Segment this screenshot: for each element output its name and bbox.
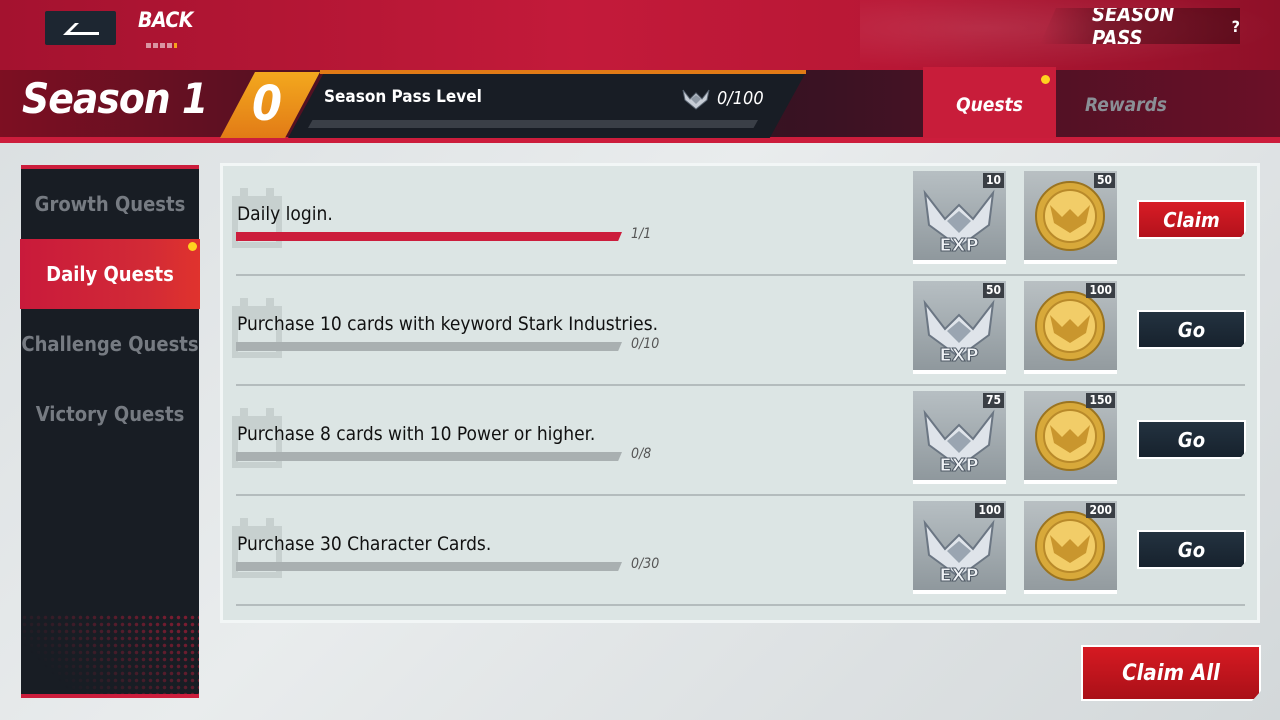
claim-all-button[interactable]: Claim All [1081, 645, 1261, 701]
quest-progress-text: 0/8 [631, 446, 652, 462]
exp-reward-amount: 75 [982, 393, 1004, 408]
sidebar-item-challenge-quests[interactable]: Challenge Quests [20, 309, 200, 379]
back-arrow-icon [62, 23, 99, 35]
quest-description: Purchase 10 cards with keyword Stark Ind… [237, 313, 659, 335]
go-button[interactable]: Go [1137, 420, 1246, 459]
sidebar-item-label: Victory Quests [35, 402, 185, 426]
notification-dot-icon [188, 242, 197, 251]
exp-eagle-icon [682, 89, 710, 110]
quest-description: Purchase 30 Character Cards. [237, 533, 492, 555]
svg-text:EXP: EXP [939, 455, 978, 476]
coin-reward-amount: 200 [1086, 503, 1115, 518]
tab-rewards[interactable]: Rewards [1056, 72, 1196, 138]
quest-progress-bar [236, 452, 622, 461]
quest-category-sidebar: Growth Quests Daily Quests Challenge Que… [20, 165, 200, 698]
coin-reward-amount: 150 [1086, 393, 1115, 408]
season-level-number: 0 [252, 76, 283, 132]
quest-row: Daily login. 1/1 EXP 10 50 Claim [223, 166, 1257, 276]
season-pass-title: SEASON PASS ? [1040, 8, 1240, 44]
coin-reward: 100 [1024, 281, 1117, 374]
exp-reward: EXP 75 [913, 391, 1006, 484]
quest-progress-text: 0/10 [631, 336, 660, 352]
season-level-progress-bar [308, 120, 758, 128]
quest-description: Purchase 8 cards with 10 Power or higher… [237, 423, 596, 445]
tab-quests-label: Quests [956, 93, 1023, 116]
tab-quests[interactable]: Quests [923, 67, 1056, 138]
claim-button[interactable]: Claim [1137, 200, 1246, 239]
go-button[interactable]: Go [1137, 310, 1246, 349]
help-icon[interactable]: ? [1232, 17, 1240, 36]
season-pass-label: SEASON PASS [1092, 2, 1175, 50]
season-pass-level-label: Season Pass Level [324, 87, 482, 107]
sidebar-decoration [21, 614, 199, 694]
quest-row: Purchase 8 cards with 10 Power or higher… [223, 386, 1257, 496]
sidebar-item-daily-quests[interactable]: Daily Quests [20, 239, 200, 309]
quest-list-panel: Daily login. 1/1 EXP 10 50 Claim Purchas… [220, 163, 1260, 623]
sidebar-item-label: Growth Quests [34, 192, 186, 216]
season-level-progress-text: 0/100 [717, 88, 764, 109]
quest-row: Purchase 30 Character Cards. 0/30 EXP 10… [223, 496, 1257, 606]
exp-reward: EXP 50 [913, 281, 1006, 374]
back-page-indicator [146, 43, 177, 48]
sidebar-item-label: Daily Quests [46, 262, 174, 286]
quest-description: Daily login. [237, 203, 333, 225]
go-button[interactable]: Go [1137, 530, 1246, 569]
notification-dot-icon [1041, 75, 1050, 84]
back-label[interactable]: BACK [138, 8, 193, 32]
quest-progress-fill [236, 232, 622, 241]
quest-progress-text: 1/1 [631, 226, 652, 242]
exp-reward-amount: 50 [982, 283, 1004, 298]
quest-progress-bar [236, 562, 622, 571]
back-button[interactable] [45, 11, 116, 45]
coin-reward: 150 [1024, 391, 1117, 484]
svg-text:EXP: EXP [939, 565, 978, 586]
quest-progress-bar [236, 342, 622, 351]
exp-reward: EXP 100 [913, 501, 1006, 594]
level-panel-accent [320, 70, 806, 74]
tab-rewards-label: Rewards [1085, 94, 1167, 116]
quest-row: Purchase 10 cards with keyword Stark Ind… [223, 276, 1257, 386]
exp-reward-amount: 100 [975, 503, 1004, 518]
sidebar-item-growth-quests[interactable]: Growth Quests [20, 169, 200, 239]
quest-progress-bar [236, 232, 622, 241]
exp-reward: EXP 10 [913, 171, 1006, 264]
row-divider [236, 604, 1245, 606]
exp-reward-amount: 10 [982, 173, 1004, 188]
coin-reward: 50 [1024, 171, 1117, 264]
season-name: Season 1 [22, 74, 208, 123]
svg-text:EXP: EXP [939, 345, 978, 366]
coin-reward: 200 [1024, 501, 1117, 594]
svg-text:EXP: EXP [939, 235, 978, 256]
coin-reward-amount: 100 [1086, 283, 1115, 298]
sidebar-item-victory-quests[interactable]: Victory Quests [20, 379, 200, 449]
coin-reward-amount: 50 [1093, 173, 1115, 188]
sidebar-item-label: Challenge Quests [21, 332, 199, 356]
quest-progress-text: 0/30 [631, 556, 660, 572]
